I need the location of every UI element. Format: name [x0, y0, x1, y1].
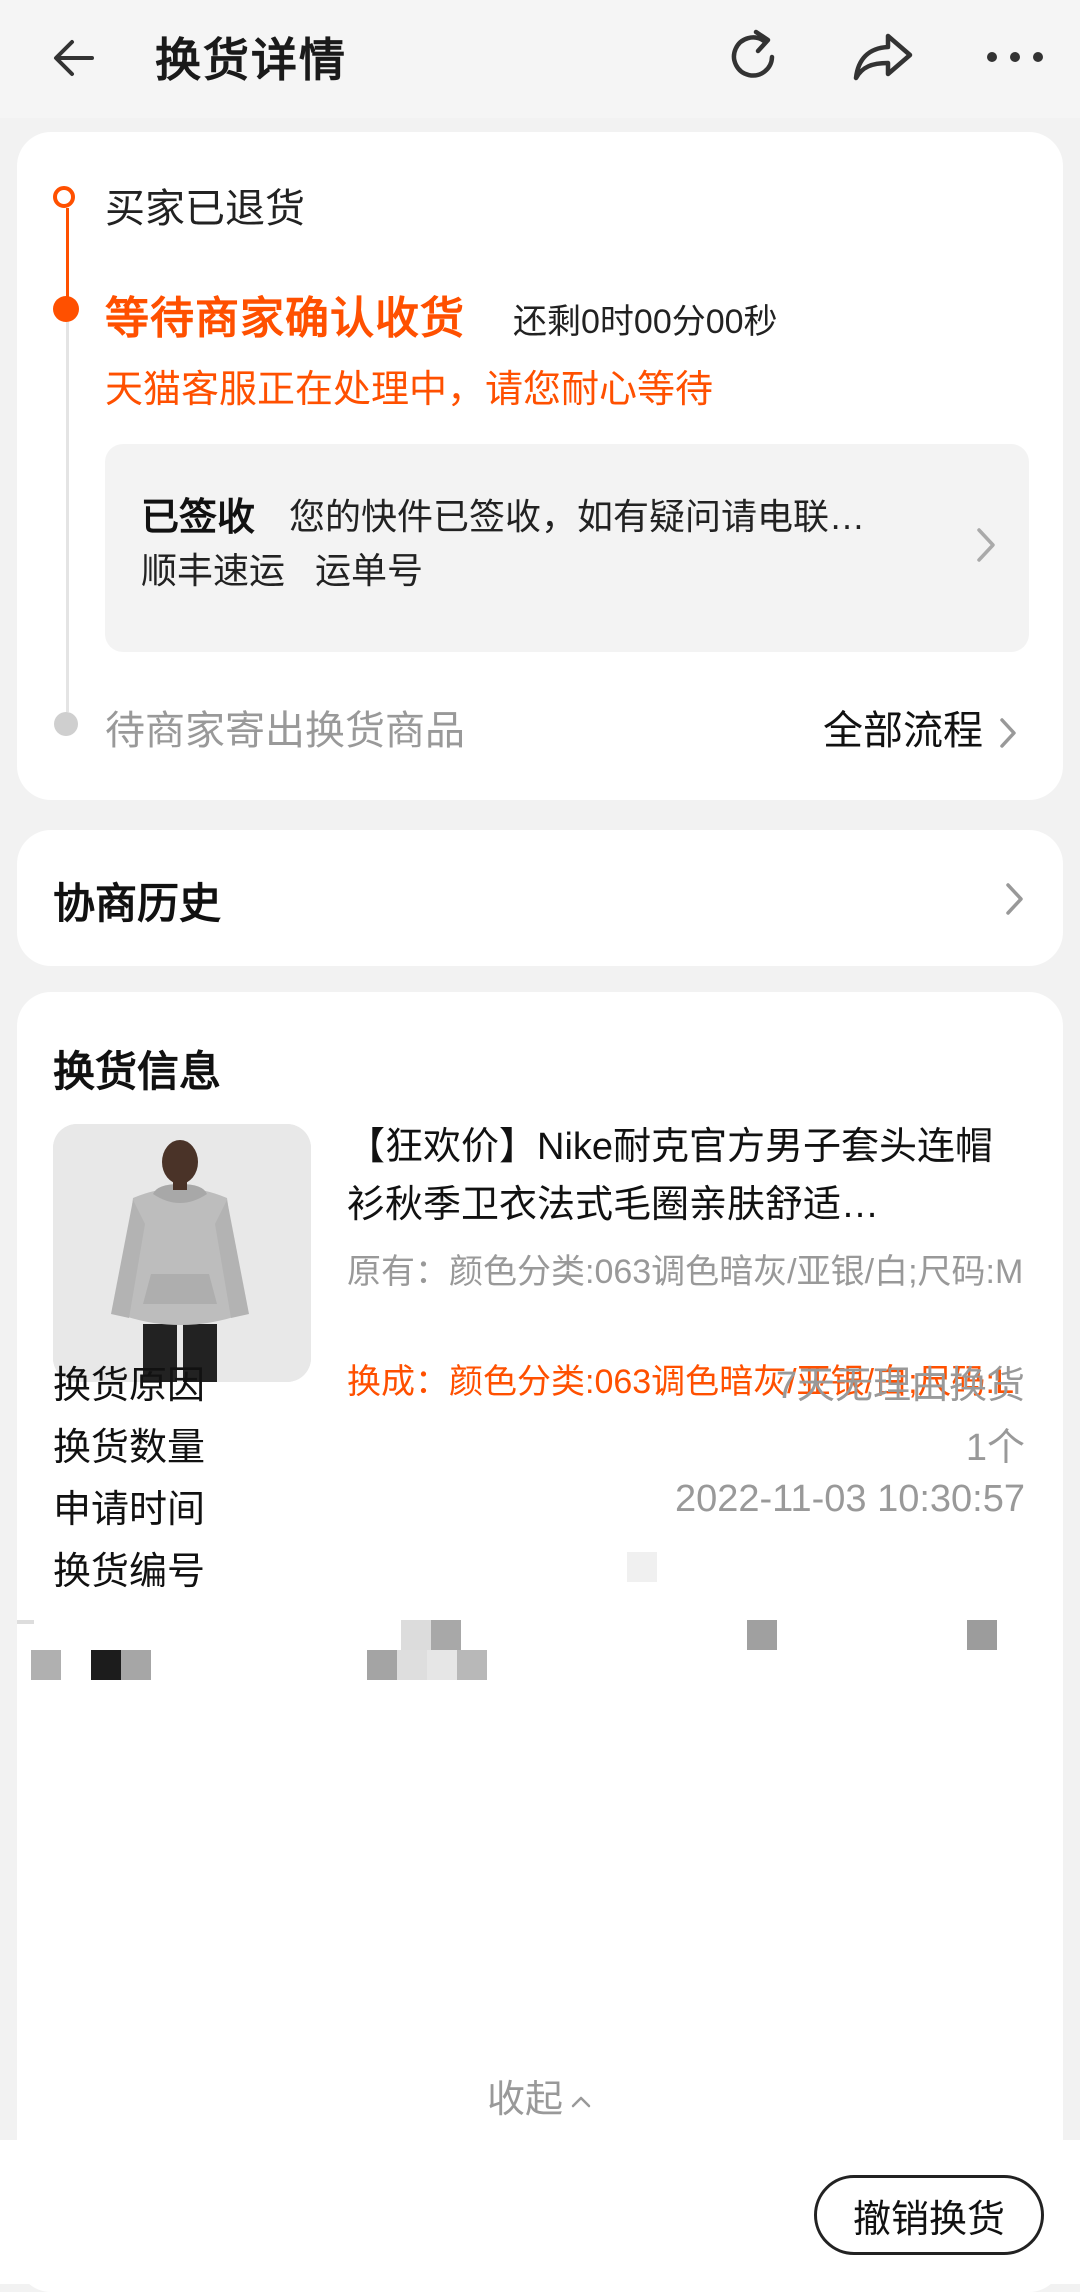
- collapse-label: 收起: [486, 2079, 563, 2121]
- row-value: 7天无理由换货: [775, 1365, 1025, 1407]
- cancel-exchange-button[interactable]: 撤销换货: [814, 2175, 1044, 2255]
- timeline-dot: [53, 186, 75, 208]
- step-current-note: 天猫客服正在处理中，请您耐心等待: [105, 369, 714, 411]
- chevron-right-icon: [977, 528, 995, 562]
- share-icon[interactable]: [848, 22, 918, 92]
- chevron-right-icon: [1000, 718, 1016, 749]
- row-value: 2022-11-03 10:30:57: [674, 1478, 1025, 1520]
- timeline-line: [66, 208, 69, 298]
- logistics-box[interactable]: 已签收 您的快件已签收，如有疑问请电联… 顺丰速运 运单号: [105, 444, 1029, 652]
- timeline-line: [66, 322, 69, 712]
- chevron-up-icon: [571, 2096, 591, 2108]
- timeline-dot-pending: [54, 712, 78, 736]
- row-key: 换货原因: [53, 1365, 206, 1407]
- all-flow-link[interactable]: 全部流程: [823, 698, 1019, 756]
- progress-card: 买家已退货 等待商家确认收货 还剩0时00分00秒 天猫客服正在处理中，请您耐心…: [17, 132, 1063, 800]
- logistics-status: 已签收: [141, 497, 256, 539]
- logistics-desc: 您的快件已签收，如有疑问请电联…: [289, 496, 866, 537]
- product-image[interactable]: [53, 1124, 311, 1382]
- row-value: 1个: [965, 1427, 1025, 1469]
- page-title: 换货详情: [155, 34, 347, 86]
- row-key: 申请时间: [53, 1489, 206, 1531]
- logistics-carrier-line: 顺丰速运 运单号: [141, 542, 423, 594]
- negotiation-history-row[interactable]: 协商历史: [17, 830, 1063, 966]
- history-title: 协商历史: [53, 880, 222, 927]
- redaction-mosaic: [17, 1552, 1063, 1992]
- collapse-toggle[interactable]: 收起: [17, 2068, 1063, 2123]
- original-spec: 原有：颜色分类:063调色暗灰/亚银/白;尺码:M: [347, 1253, 1024, 1291]
- exchange-info-card: 换货信息 【狂欢价】Nike耐克官方男子套头连帽衫秋季卫衣法式毛圈亲肤舒适… 原…: [17, 992, 1063, 2292]
- top-bar: 换货详情: [0, 0, 1080, 118]
- waybill-label: 运单号: [315, 550, 424, 591]
- step-current-title: 等待商家确认收货: [105, 294, 465, 343]
- all-flow-label: 全部流程: [823, 709, 983, 753]
- hoodie-model-illustration: [53, 1124, 311, 1382]
- step-await-ship: 待商家寄出换货商品: [105, 709, 465, 753]
- carrier-name: 顺丰速运: [141, 550, 286, 591]
- exchange-info-title: 换货信息: [53, 1048, 222, 1095]
- product-name[interactable]: 【狂欢价】Nike耐克官方男子套头连帽衫秋季卫衣法式毛圈亲肤舒适…: [347, 1118, 1027, 1234]
- countdown: 还剩0时00分00秒: [513, 303, 778, 341]
- chevron-right-icon: [1006, 883, 1023, 915]
- refresh-icon[interactable]: [718, 22, 788, 92]
- bottom-action-bar: 撤销换货: [0, 2140, 1080, 2284]
- more-icon[interactable]: [980, 22, 1050, 92]
- timeline-dot-active: [53, 296, 79, 322]
- step-buyer-returned: 买家已退货: [105, 187, 305, 231]
- back-arrow-icon[interactable]: [48, 28, 108, 88]
- row-key: 换货数量: [53, 1427, 206, 1469]
